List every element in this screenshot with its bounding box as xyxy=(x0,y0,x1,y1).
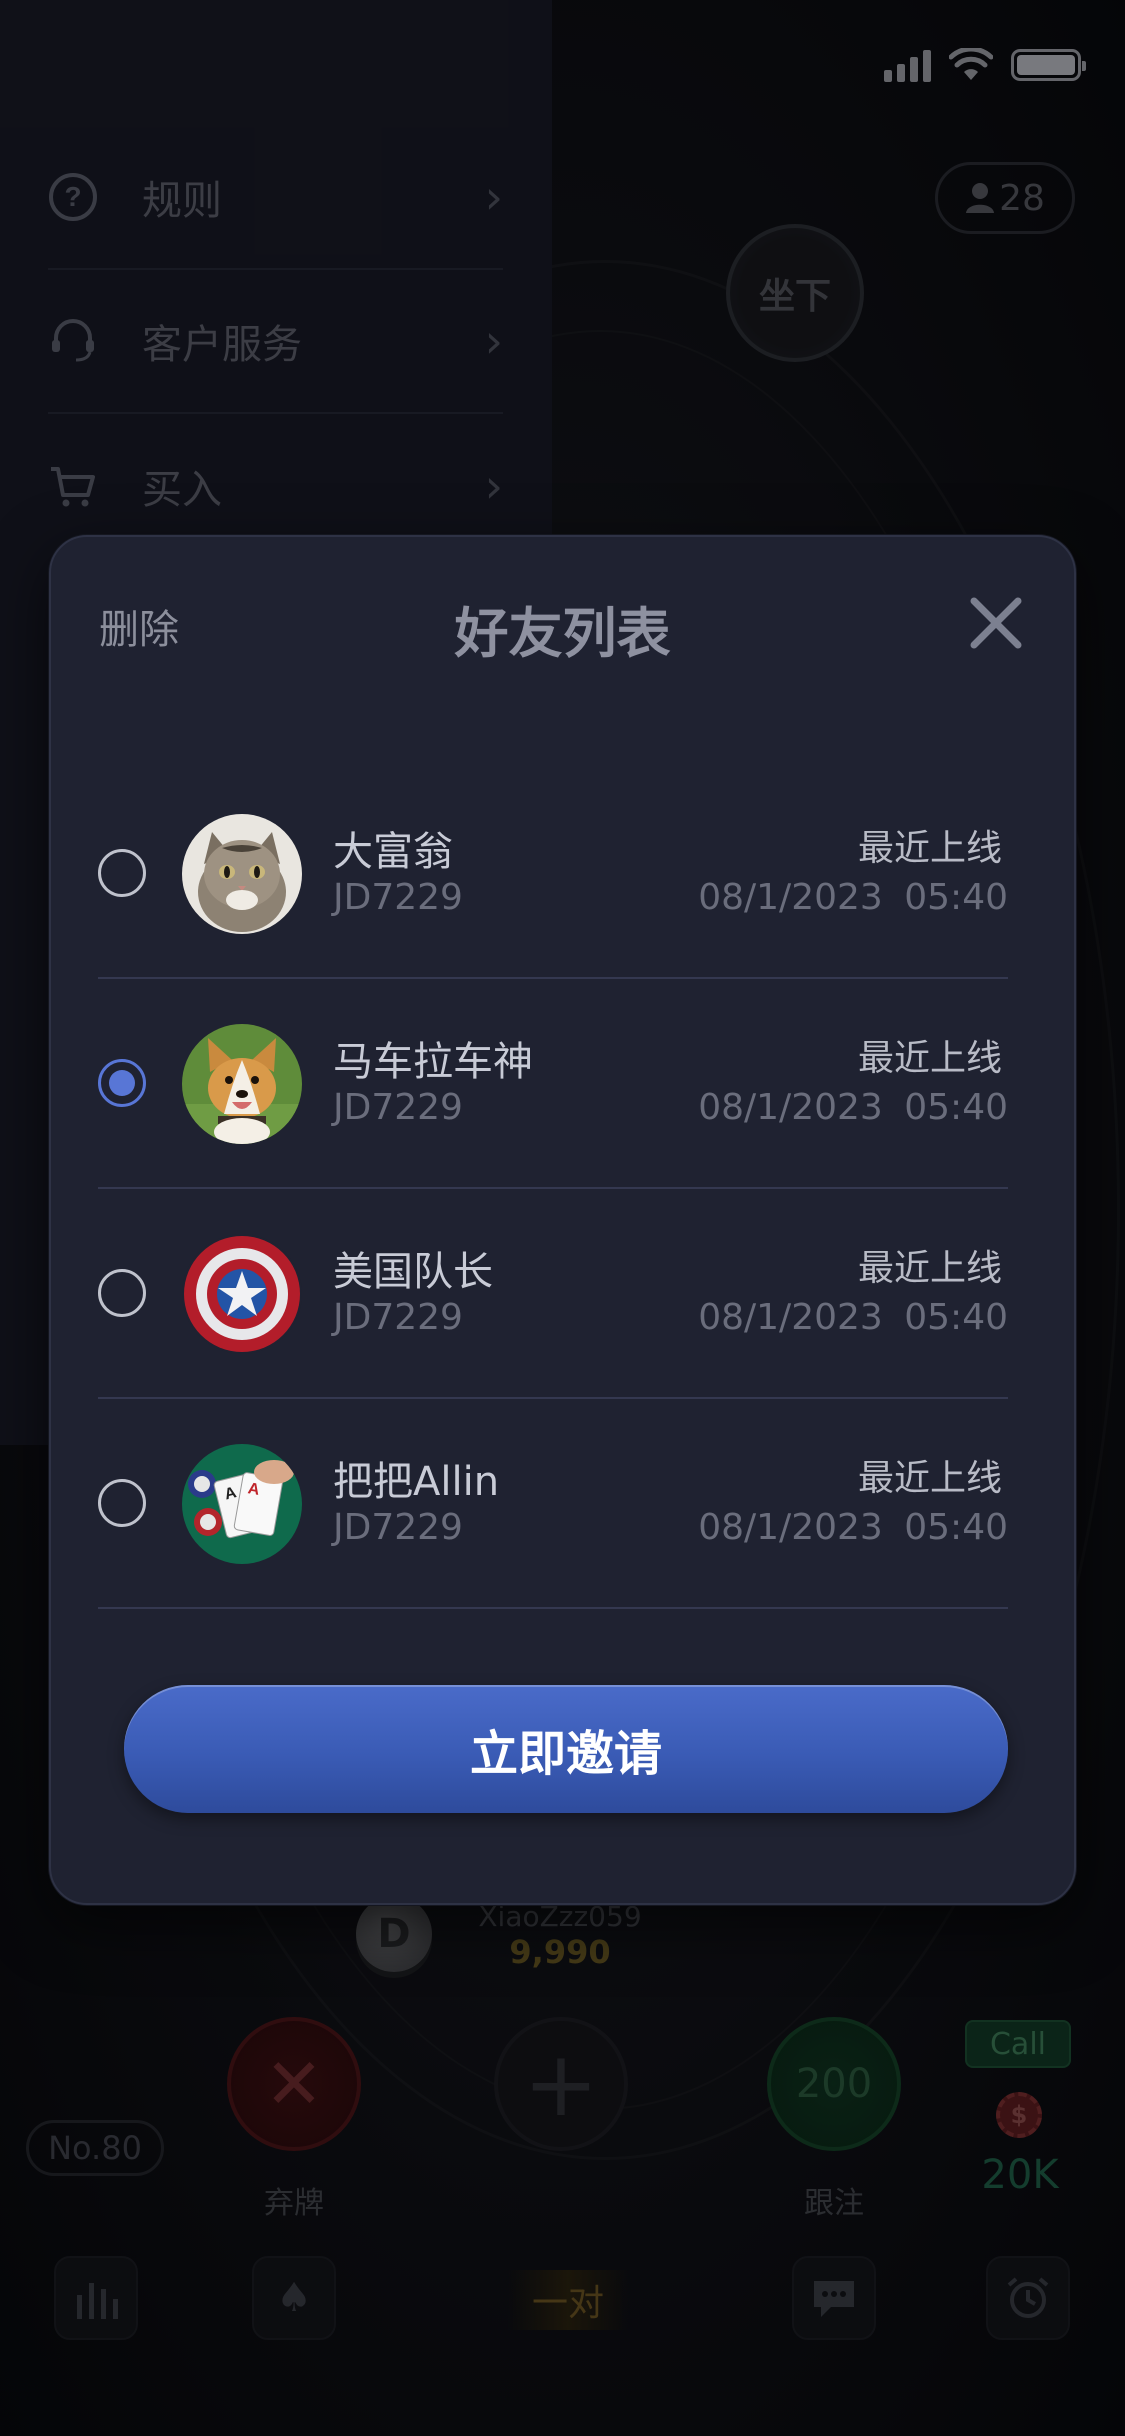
friend-id: JD7229 xyxy=(333,1507,463,1548)
last-online-time: 08/1/2023 05:40 xyxy=(698,1507,1008,1548)
select-radio[interactable] xyxy=(98,1059,146,1107)
shield-avatar xyxy=(182,1234,302,1354)
last-online-time: 08/1/2023 05:40 xyxy=(698,877,1008,918)
friend-row[interactable]: 大富翁 JD7229 最近上线 08/1/2023 05:40 xyxy=(98,769,1008,979)
friend-row[interactable]: 美国队长 JD7229 最近上线 08/1/2023 05:40 xyxy=(98,1189,1008,1399)
friend-id: JD7229 xyxy=(333,1297,463,1338)
friend-list-dialog: 删除 好友列表 大富翁 JD7229 最近上线 08/1/2023 05:40 … xyxy=(49,535,1076,1905)
dialog-title: 好友列表 xyxy=(454,602,671,665)
corgi-avatar xyxy=(182,1024,302,1144)
poker-cards-avatar: A A xyxy=(182,1444,302,1564)
last-online-time: 08/1/2023 05:40 xyxy=(698,1297,1008,1338)
cat-avatar xyxy=(182,814,302,934)
invite-now-button[interactable]: 立即邀请 xyxy=(124,1685,1008,1813)
invite-now-label: 立即邀请 xyxy=(469,1726,662,1782)
close-icon[interactable] xyxy=(966,593,1026,653)
friend-row[interactable]: 马车拉车神 JD7229 最近上线 08/1/2023 05:40 xyxy=(98,979,1008,1189)
last-online-label: 最近上线 xyxy=(857,828,1002,869)
last-online-time: 08/1/2023 05:40 xyxy=(698,1087,1008,1128)
select-radio[interactable] xyxy=(98,1269,146,1317)
friend-name: 把把Allin xyxy=(333,1459,500,1505)
friend-name: 美国队长 xyxy=(333,1249,493,1295)
friend-name: 大富翁 xyxy=(333,829,453,875)
select-radio[interactable] xyxy=(98,1479,146,1527)
select-radio[interactable] xyxy=(98,849,146,897)
friend-id: JD7229 xyxy=(333,1087,463,1128)
last-online-label: 最近上线 xyxy=(857,1458,1002,1499)
friend-list: 大富翁 JD7229 最近上线 08/1/2023 05:40 马车拉车神 JD… xyxy=(98,769,1008,1609)
friend-name: 马车拉车神 xyxy=(333,1039,533,1085)
friend-id: JD7229 xyxy=(333,877,463,918)
last-online-label: 最近上线 xyxy=(857,1248,1002,1289)
friend-row[interactable]: A A 把把Allin JD7229 最近上线 08/1/2023 05:40 xyxy=(98,1399,1008,1609)
last-online-label: 最近上线 xyxy=(857,1038,1002,1079)
